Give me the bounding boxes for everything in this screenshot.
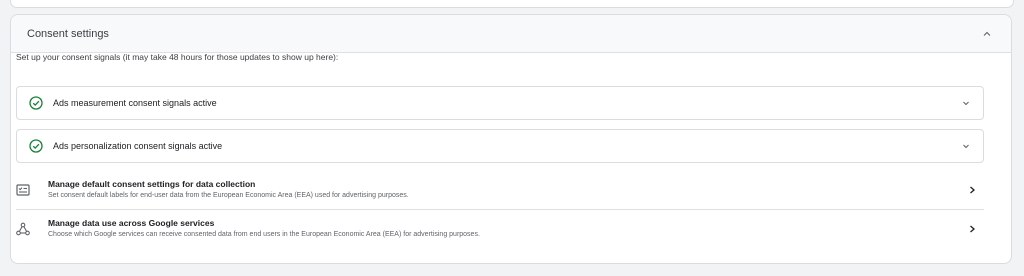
previous-card (10, 0, 1014, 8)
chevron-right-icon[interactable] (964, 221, 980, 237)
check-circle-icon (29, 96, 43, 110)
ads-measurement-signal[interactable]: Ads measurement consent signals active (16, 86, 984, 120)
collapse-button[interactable] (979, 26, 995, 42)
signal-label: Ads measurement consent signals active (53, 98, 217, 108)
consent-settings-icon (14, 181, 32, 199)
signal-label: Ads personalization consent signals acti… (53, 141, 223, 151)
check-circle-icon (29, 139, 43, 153)
chevron-up-icon (983, 31, 991, 36)
row-title: Manage default consent settings for data… (48, 179, 256, 189)
chevron-right-icon[interactable] (964, 182, 980, 198)
manage-data-use-row[interactable]: Manage data use across Google services C… (16, 210, 984, 248)
row-description: Choose which Google services can receive… (48, 231, 480, 238)
manage-default-consent-row[interactable]: Manage default consent settings for data… (16, 171, 984, 209)
chevron-down-icon[interactable] (961, 141, 971, 151)
data-sharing-icon (14, 220, 32, 238)
card-title: Consent settings (27, 27, 109, 40)
consent-intro-text: Set up your consent signals (it may take… (16, 52, 339, 62)
card-header[interactable]: Consent settings (11, 15, 1011, 53)
ads-personalization-signal[interactable]: Ads personalization consent signals acti… (16, 129, 984, 163)
chevron-down-icon[interactable] (961, 98, 971, 108)
row-description: Set consent default labels for end-user … (48, 192, 409, 199)
row-title: Manage data use across Google services (48, 218, 215, 228)
